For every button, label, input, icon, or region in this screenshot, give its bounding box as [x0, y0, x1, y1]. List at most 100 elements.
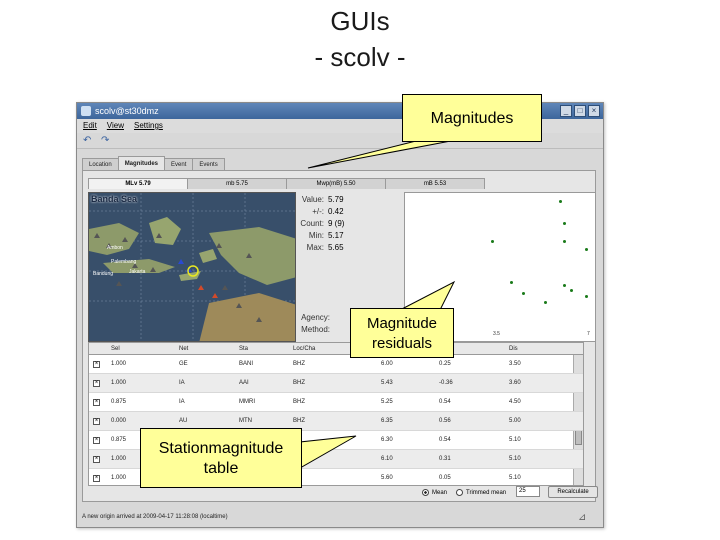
row-checkbox[interactable]: ×	[93, 475, 100, 482]
table-cell-dis: 3.50	[509, 361, 521, 367]
table-cell-sel: 1.000	[111, 361, 127, 367]
map-graphic	[89, 193, 295, 341]
table-cell-res: 0.54	[439, 437, 451, 443]
tab-mB[interactable]: mB 5.53	[385, 178, 485, 189]
info-row-value: Value: 5.79	[296, 194, 404, 206]
table-row[interactable]: × 0.875 IA MMRI BHZ 5.25 0.54 4.50	[89, 393, 583, 412]
radio-mean-label: Mean	[432, 490, 448, 496]
plot-tick-label: 7	[587, 331, 590, 337]
info-value: 0.42	[328, 207, 344, 216]
residual-point[interactable]	[544, 301, 547, 304]
table-cell-res: 0.31	[439, 456, 451, 462]
col-header-sta[interactable]: Sta	[239, 343, 248, 355]
residual-point[interactable]	[559, 200, 562, 203]
status-bar-message: A new origin arrived at 2009-04-17 11:28…	[82, 514, 228, 520]
row-checkbox[interactable]: ×	[93, 380, 100, 387]
window-title: scolv@st30dmz	[95, 106, 159, 116]
residual-point[interactable]	[585, 248, 588, 251]
station-map[interactable]: Banda Sea Ambon Palembang Bandung Jakart…	[88, 192, 296, 342]
residual-point[interactable]	[522, 292, 525, 295]
callout-magnitudes: Magnitudes	[402, 94, 542, 142]
row-checkbox[interactable]: ×	[93, 399, 100, 406]
info-key: Count:	[300, 219, 324, 228]
info-row-max: Max: 5.65	[296, 242, 404, 254]
table-cell-mag: 5.25	[381, 399, 393, 405]
table-cell-sel: 1.000	[111, 475, 127, 481]
residual-point[interactable]	[563, 284, 566, 287]
callout-text: table	[203, 460, 239, 477]
tab-magnitudes[interactable]: Magnitudes	[117, 156, 166, 170]
row-checkbox[interactable]: ×	[93, 418, 100, 425]
residual-point[interactable]	[510, 281, 513, 284]
recalculate-button[interactable]: Recalculate	[548, 486, 598, 498]
row-checkbox[interactable]: ×	[93, 361, 100, 368]
table-cell-dis: 3.60	[509, 380, 521, 386]
callout-text: Stationmagnitude	[158, 440, 284, 457]
table-cell-cha: BHZ	[293, 361, 305, 367]
magnitude-tabs: MLv 5.79 mb 5.75 Mwp(mB) 5.50 mB 5.53	[88, 178, 485, 189]
table-cell-sta: BANI	[239, 361, 254, 367]
radio-off-icon	[456, 488, 463, 496]
info-row-min: Min: 5.17	[296, 230, 404, 242]
col-header-dis[interactable]: Dis	[509, 343, 518, 355]
plot-tick-label: 3.5	[493, 331, 500, 337]
info-key: Max:	[306, 243, 324, 252]
tab-mwp[interactable]: Mwp(mB) 5.50	[286, 178, 386, 189]
trim-percent-spinbox[interactable]: 25	[516, 486, 540, 497]
col-header-net[interactable]: Net	[179, 343, 188, 355]
tab-event[interactable]: Event	[164, 158, 194, 170]
menu-settings[interactable]: Settings	[134, 119, 163, 133]
row-checkbox[interactable]: ×	[93, 456, 100, 463]
menu-view[interactable]: View	[107, 119, 124, 133]
info-key: +/-:	[312, 207, 324, 216]
table-cell-sel: 1.000	[111, 456, 127, 462]
residual-point[interactable]	[563, 222, 566, 225]
info-value: 5.79	[328, 195, 344, 204]
table-cell-mag: 6.35	[381, 418, 393, 424]
table-cell-net: IA	[179, 399, 185, 405]
table-cell-mag: 6.10	[381, 456, 393, 462]
callout-stationmagnitude-table: Stationmagnitude table	[140, 428, 302, 488]
info-value: 5.65	[328, 243, 344, 252]
info-key: Agency:	[301, 313, 330, 322]
tab-location[interactable]: Location	[82, 158, 119, 170]
table-cell-dis: 5.10	[509, 475, 521, 481]
table-cell-res: -0.36	[439, 380, 453, 386]
table-cell-cha: BHZ	[293, 399, 305, 405]
menu-edit[interactable]: Edit	[83, 119, 97, 133]
col-header-sel[interactable]: Sel	[111, 343, 120, 355]
callout-magnitude-residuals: Magnitude residuals	[350, 308, 454, 358]
table-cell-res: 0.05	[439, 475, 451, 481]
info-row-error: +/-: 0.42	[296, 206, 404, 218]
table-row[interactable]: × 1.000 IA AAI BHZ 5.43 -0.36 3.60	[89, 374, 583, 393]
info-key: Method:	[301, 325, 330, 334]
forward-arrow-icon[interactable]: ↷	[101, 136, 113, 146]
tab-mb[interactable]: mb 5.75	[187, 178, 287, 189]
table-cell-mag: 6.30	[381, 437, 393, 443]
radio-mean[interactable]: Mean	[422, 488, 447, 498]
table-cell-sel: 0.000	[111, 418, 127, 424]
table-cell-mag: 5.60	[381, 475, 393, 481]
residual-point[interactable]	[491, 240, 494, 243]
col-header-cha[interactable]: Loc/Cha	[293, 343, 315, 355]
table-cell-cha: BHZ	[293, 380, 305, 386]
residual-point[interactable]	[585, 295, 588, 298]
table-cell-res: 0.56	[439, 418, 451, 424]
table-cell-sel: 0.875	[111, 437, 127, 443]
close-icon[interactable]: ×	[588, 105, 600, 117]
residual-point[interactable]	[563, 240, 566, 243]
back-arrow-icon[interactable]: ↶	[83, 136, 95, 146]
maximize-icon[interactable]: □	[574, 105, 586, 117]
slide-title: GUIs	[330, 6, 390, 36]
info-row-count: Count: 9 (9)	[296, 218, 404, 230]
resize-grip-icon[interactable]: ⊿	[578, 512, 592, 524]
table-row[interactable]: × 1.000 GE BANI BHZ 6.00 0.25 3.50	[89, 355, 583, 374]
radio-trimmed-mean[interactable]: Trimmed mean	[456, 488, 506, 498]
residual-point[interactable]	[570, 289, 573, 292]
tab-mlv[interactable]: MLv 5.79	[88, 178, 188, 189]
map-label: Jakarta	[129, 269, 146, 275]
minimize-icon[interactable]: _	[560, 105, 572, 117]
row-checkbox[interactable]: ×	[93, 437, 100, 444]
tab-events[interactable]: Events	[192, 158, 225, 170]
app-icon	[81, 106, 91, 116]
